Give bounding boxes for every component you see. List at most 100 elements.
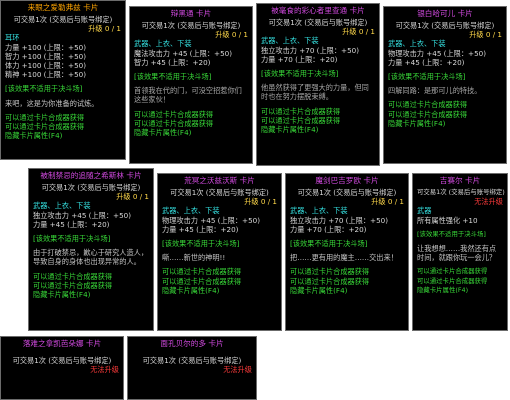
card-6[interactable]: 荒冥之沃兹沃斯 卡片 可交易1次 (交易后与账号绑定) 升级 0 / 1 武器、… — [157, 173, 282, 331]
stat-line: 力量 +45 (上限：+20) — [162, 224, 239, 234]
obtain-line: 可以通过卡片合成器获得 — [388, 100, 468, 110]
flavor-text: 让我想想……我然还有点时间，就跟你玩一会儿？ — [417, 244, 497, 263]
hidden-attr-link[interactable]: 隐藏卡片属性(F4) — [417, 286, 503, 295]
flavor-text: 四解同路：是那可儿的特技。 — [388, 86, 482, 96]
upgrade-count: 升级 0 / 1 — [88, 24, 121, 34]
card-7[interactable]: 魔剑巴吉罗欧 卡片 可交易1次 (交易后与账号绑定) 升级 0 / 1 武器、上… — [285, 173, 409, 331]
upgrade-count: 升级 0 / 1 — [371, 197, 404, 207]
card-1[interactable]: 来眼之爱勒弗兹 卡片 可交易1次 (交易后与账号绑定) 升级 0 / 1 耳环 … — [0, 0, 126, 160]
obtain-line: 可以通过卡片合成器获得 — [417, 267, 488, 276]
obtain-line: 可以通过卡片合成器获得 — [134, 118, 214, 128]
card-title: 魔剑巴吉罗欧 卡片 — [315, 176, 379, 185]
equip-slots: 武器、上衣、下装 — [33, 201, 91, 211]
flavor-text: 他虽然获得了更强大的力量，但同时也在努力摆脱束缚。 — [261, 83, 369, 102]
duel-note: [该效果不适用于决斗场] — [134, 72, 212, 82]
hidden-attr-link[interactable]: 隐藏卡片属性(F4) — [5, 131, 121, 140]
stat-line: 力量 +45 (上限：+20) — [33, 219, 110, 229]
stat-line: 物理攻击力 +45 (上限：+50) — [162, 215, 261, 225]
stat-line: 精神 +100 (上限：+50) — [5, 70, 87, 80]
trade-info: 可交易1次 (交易后与账号绑定) — [170, 188, 269, 197]
obtain-line: 可以通过卡片合成器获得 — [290, 276, 370, 286]
obtain-line: 可以通过卡片合成器获得 — [261, 115, 341, 125]
obtain-line: 可以通过卡片合成器获得 — [134, 109, 214, 119]
equip-slots: 武器、上衣、下装 — [134, 39, 192, 49]
stat-line: 独立攻击力 +45 (上限：+50) — [33, 210, 132, 220]
hidden-attr-link[interactable]: 隐藏卡片属性(F4) — [134, 128, 248, 137]
card-title: 被毫食的彩心者里查通 卡片 — [271, 6, 365, 15]
stat-line: 所有属性强化 +10 — [417, 215, 478, 225]
obtain-line: 可以通过卡片合成器获得 — [33, 280, 113, 290]
upgrade-count: 升级 0 / 1 — [342, 27, 375, 37]
card-title: 银白哈可儿 卡片 — [417, 9, 473, 18]
hidden-attr-link[interactable]: 隐藏卡片属性(F4) — [162, 286, 277, 295]
card-title: 荒冥之沃兹沃斯 卡片 — [184, 176, 255, 185]
equip-slots: 武器 — [417, 206, 432, 216]
stat-line: 力量 +45 (上限：+20) — [388, 57, 465, 67]
hidden-attr-link[interactable]: 隐藏卡片属性(F4) — [33, 290, 149, 299]
upgrade-count: 升级 0 / 1 — [244, 197, 277, 207]
card-title: 被制禁忌的追随之希斯林 卡片 — [40, 171, 142, 180]
card-9[interactable]: 落难之拿凯芭朵娜 卡片 可交易1次 (交易后与账号绑定) 无法升级 — [0, 336, 124, 400]
stat-line: 智力 +100 (上限：+50) — [5, 51, 87, 61]
duel-note: [该效果不适用于决斗场] — [417, 229, 486, 238]
trade-info: 可交易1次 (交易后与账号绑定) — [417, 188, 505, 196]
stat-line: 独立攻击力 +70 (上限：+50) — [261, 45, 360, 55]
stat-line: 力量 +70 (上限：+20) — [290, 224, 367, 234]
stat-line: 魔法攻击力 +45 (上限：+50) — [134, 48, 233, 58]
stat-line: 力量 +100 (上限：+50) — [5, 42, 87, 52]
card-title: 辩黑通 卡片 — [170, 9, 212, 18]
card-2[interactable]: 辩黑通 卡片 可交易1次 (交易后与账号绑定) 升级 0 / 1 武器、上衣、下… — [129, 6, 253, 164]
trade-info: 可交易1次 (交易后与账号绑定) — [142, 356, 242, 365]
duel-note: [该效果不适用于决斗场] — [33, 234, 111, 244]
trade-info: 可交易1次 (交易后与账号绑定) — [12, 356, 112, 365]
trade-info: 可交易1次 (交易后与账号绑定) — [268, 18, 368, 27]
equip-slots: 武器、上衣、下装 — [162, 206, 220, 216]
upgrade-disabled-badge: 无法升级 — [474, 197, 503, 207]
hidden-attr-link[interactable]: 隐藏卡片属性(F4) — [388, 119, 502, 128]
stat-line: 物理攻击力 +45 (上限：+50) — [388, 48, 487, 58]
duel-note: [该效果不适用于决斗场] — [162, 239, 240, 249]
upgrade-count: 升级 0 / 1 — [116, 192, 149, 202]
trade-info: 可交易1次 (交易后与账号绑定) — [141, 21, 241, 30]
trade-info: 可交易1次 (交易后与账号绑定) — [13, 15, 113, 24]
trade-info: 可交易1次 (交易后与账号绑定) — [395, 21, 495, 30]
obtain-line: 可以通过卡片合成器获得 — [261, 106, 341, 116]
trade-info: 可交易1次 (交易后与账号绑定) — [297, 188, 397, 197]
equip-slots: 武器、上衣、下装 — [290, 206, 348, 216]
equip-slots: 武器、上衣、下装 — [388, 39, 446, 49]
duel-note: [该效果不适用于决斗场] — [290, 239, 368, 249]
hidden-attr-link[interactable]: 隐藏卡片属性(F4) — [290, 286, 404, 295]
upgrade-disabled-badge: 无法升级 — [223, 365, 252, 375]
obtain-line: 可以通过卡片合成器获得 — [5, 112, 85, 122]
upgrade-disabled-badge: 无法升级 — [90, 365, 119, 375]
card-5[interactable]: 被制禁忌的追随之希斯林 卡片 可交易1次 (交易后与账号绑定) 升级 0 / 1… — [28, 168, 154, 331]
upgrade-count: 升级 0 / 1 — [215, 30, 248, 40]
card-8[interactable]: 吉赛尔 卡片 可交易1次 (交易后与账号绑定) 无法升级 武器 所有属性强化 +… — [412, 173, 508, 331]
upgrade-count: 升级 0 / 1 — [469, 30, 502, 40]
stat-line: 力量 +70 (上限：+20) — [261, 54, 338, 64]
duel-note: [该效果不适用于决斗场] — [388, 72, 466, 82]
trade-info: 可交易1次 (交易后与账号绑定) — [41, 183, 141, 192]
card-3[interactable]: 被毫食的彩心者里查通 卡片 可交易1次 (交易后与账号绑定) 升级 0 / 1 … — [256, 3, 380, 166]
flavor-text: 首领我在代的门，可没空招惹你们这些家伙！ — [134, 86, 242, 105]
card-4[interactable]: 银白哈可儿 卡片 可交易1次 (交易后与账号绑定) 升级 0 / 1 武器、上衣… — [383, 6, 507, 164]
obtain-line: 可以通过卡片合成器获得 — [162, 276, 242, 286]
stat-line: 独立攻击力 +70 (上限：+50) — [290, 215, 389, 225]
duel-note: [该效果不适用于决斗场] — [5, 84, 83, 94]
stat-line: 智力 +45 (上限：+20) — [134, 57, 211, 67]
card-title: 吉赛尔 卡片 — [439, 176, 481, 185]
flavor-text: 把……更有用的魔主……交出来！ — [290, 253, 398, 263]
card-title: 落难之拿凯芭朵娜 卡片 — [22, 339, 102, 348]
obtain-line: 可以通过卡片合成器获得 — [5, 122, 85, 132]
obtain-line: 可以通过卡片合成器获得 — [33, 271, 113, 281]
equip-slots: 耳环 — [5, 33, 20, 43]
card-title: 面孔贝尔的多 卡片 — [160, 339, 224, 348]
obtain-line: 可以通过卡片合成器获得 — [290, 267, 370, 277]
obtain-line: 可以通过卡片合成器获得 — [388, 109, 468, 119]
hidden-attr-link[interactable]: 隐藏卡片属性(F4) — [261, 125, 375, 134]
card-10[interactable]: 面孔贝尔的多 卡片 可交易1次 (交易后与账号绑定) 无法升级 — [127, 336, 257, 400]
flavor-text: 来吧，这是为你准备的试炼。 — [5, 98, 99, 108]
stat-line: 体力 +100 (上限：+50) — [5, 61, 87, 71]
flavor-text: 由于打破禁忌，歉心于研究人造人，导致自身的身体也出现异常的人。 — [33, 248, 149, 267]
obtain-line: 可以通过卡片合成器获得 — [162, 267, 242, 277]
